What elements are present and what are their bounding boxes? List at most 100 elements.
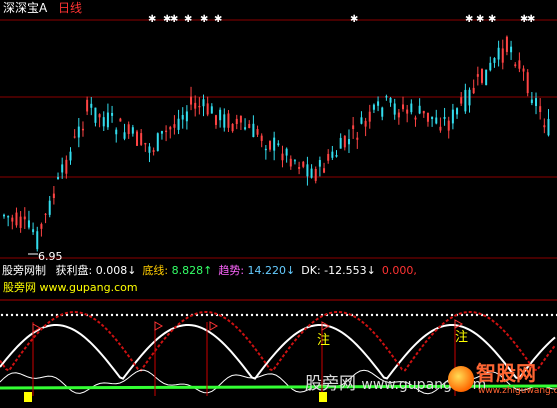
indicator-dot xyxy=(305,313,309,317)
candle-body xyxy=(264,148,267,151)
indicator-dot xyxy=(125,313,129,317)
candle-body xyxy=(493,58,496,63)
yellow-signal-block xyxy=(24,392,32,402)
star-marker: ✱ xyxy=(465,14,473,25)
star-marker: ✱ xyxy=(170,14,178,25)
candle-body xyxy=(19,216,22,228)
indicator-dot xyxy=(240,313,244,317)
candle-body xyxy=(210,106,213,114)
indicator-dot xyxy=(535,313,539,317)
brand-logo-icon xyxy=(448,366,474,392)
candle-body xyxy=(547,118,550,136)
indicator-dot xyxy=(145,313,149,317)
candle-body xyxy=(285,148,288,156)
indicator-dot xyxy=(210,313,214,317)
candle-body xyxy=(485,69,488,86)
candle-body xyxy=(539,106,542,113)
candle-body xyxy=(148,146,151,153)
candle-body xyxy=(11,217,14,222)
candle-body xyxy=(489,62,492,71)
indicator-dot xyxy=(100,313,104,317)
candle-body xyxy=(102,117,105,127)
indicator-dot xyxy=(275,313,279,317)
candle-body xyxy=(177,118,180,130)
candle-body xyxy=(418,105,421,114)
candle-body xyxy=(310,168,313,178)
candle-body xyxy=(356,137,359,140)
candle-body xyxy=(48,200,51,215)
candle-body xyxy=(518,60,521,69)
indicator-dot xyxy=(530,313,534,317)
candle-body xyxy=(57,177,60,179)
indicator-dot xyxy=(140,313,144,317)
candle-body xyxy=(65,159,68,174)
indicator-dot xyxy=(260,313,264,317)
indicator-item-arrow: ↓ xyxy=(127,264,137,277)
candle-body xyxy=(44,213,47,215)
candle-body xyxy=(456,108,459,115)
candle-body xyxy=(131,127,134,134)
indicator-dot xyxy=(270,313,274,317)
candle-body xyxy=(198,105,201,108)
candle-body xyxy=(86,99,89,112)
indicator-item-value: 0.000 xyxy=(381,264,414,277)
candle-body xyxy=(464,89,467,112)
candle-body xyxy=(69,151,72,161)
indicator-dot xyxy=(385,313,389,317)
indicator-dot xyxy=(300,313,304,317)
candle-body xyxy=(443,117,446,119)
candle-body xyxy=(15,212,18,226)
candle-body xyxy=(289,158,292,167)
star-marker: ✱ xyxy=(476,14,484,25)
candle-body xyxy=(368,111,371,122)
candle-body xyxy=(435,117,438,124)
candle-body xyxy=(318,160,321,167)
indicator-dot xyxy=(510,313,514,317)
candle-body xyxy=(501,48,504,63)
candle-body xyxy=(248,124,251,129)
chart-window: ✱ ✱ ✱ ✱ ✱ ✱ ✱ ✱ ✱ ✱ ✱ ✱ 深深宝A 日线 6.95 股旁网制 获利盘: 0.00… xyxy=(0,0,557,408)
candle-body xyxy=(377,101,380,106)
candle-body xyxy=(227,113,230,128)
candle-body xyxy=(385,96,388,98)
candle-body xyxy=(181,115,184,120)
candle-body xyxy=(397,112,400,118)
chart-canvas[interactable]: ✱ ✱✱ ✱ ✱ ✱ ✱ ✱ ✱ ✱ ✱✱ xyxy=(0,0,557,408)
stock-name: 深深宝A xyxy=(3,1,48,15)
indicator-dot xyxy=(330,313,334,317)
candle-body xyxy=(372,104,375,110)
candle-body xyxy=(260,135,263,141)
candle-body xyxy=(90,103,93,108)
candle-body xyxy=(111,113,114,116)
candle-body xyxy=(173,124,176,128)
indicator-dot xyxy=(355,313,359,317)
candle-body xyxy=(61,164,64,173)
candle-body xyxy=(293,160,296,162)
indicator-item-label: 底线: xyxy=(142,264,172,277)
indicator-item-value: 0.008 xyxy=(95,264,128,277)
indicator-dot xyxy=(525,313,529,317)
candle-body xyxy=(165,130,168,133)
signal-flag-icon xyxy=(209,321,219,331)
candle-body xyxy=(360,117,363,124)
candle-body xyxy=(447,120,450,131)
indicator-dot xyxy=(265,313,269,317)
indicator-dot xyxy=(515,313,519,317)
indicator-dot xyxy=(50,313,54,317)
indicator-dot xyxy=(255,313,259,317)
indicator-dot xyxy=(290,313,294,317)
indicator-dot xyxy=(415,313,419,317)
candle-body xyxy=(522,68,525,72)
candle-body xyxy=(144,142,147,145)
indicator-dot xyxy=(225,313,229,317)
candle-body xyxy=(194,102,197,109)
indicator-dot xyxy=(335,313,339,317)
indicator-dot xyxy=(120,313,124,317)
indicator-item-arrow: ↑ xyxy=(203,264,213,277)
indicator-dot xyxy=(500,313,504,317)
candle-body xyxy=(335,155,338,157)
star-marker: ✱ xyxy=(214,14,222,25)
indicator-dot xyxy=(425,313,429,317)
candle-body xyxy=(343,135,346,148)
indicator-dot xyxy=(245,313,249,317)
